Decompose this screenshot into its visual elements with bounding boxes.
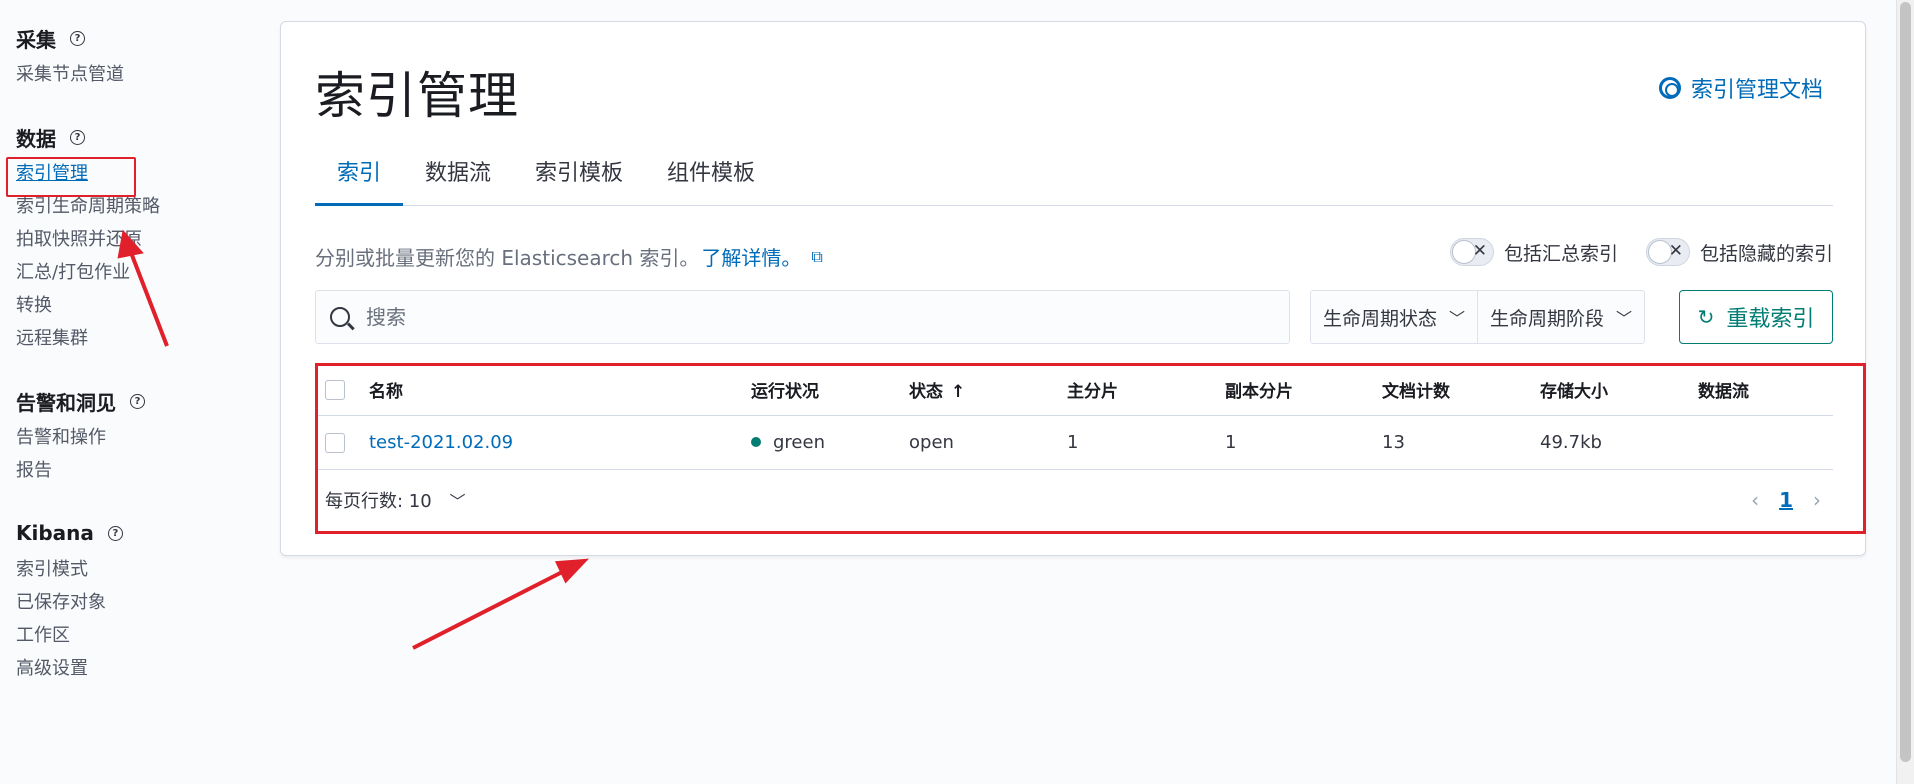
index-name-link[interactable]: test-2021.02.09 — [369, 432, 513, 453]
nav-group-data: 数据 ? 索引管理 索引生命周期策略 拍取快照并还原 汇总/打包作业 转换 远程… — [6, 121, 260, 355]
indices-table: 名称 运行状况 状态 ↑ 主分片 副本分片 文档计数 存储大小 数据流 test-… — [315, 364, 1833, 530]
page-description: 分别或批量更新您的 Elasticsearch 索引。 了解详情。 ⧉ — [315, 242, 823, 271]
health-dot-icon — [751, 437, 761, 447]
tab-data-streams[interactable]: 数据流 — [403, 150, 513, 206]
chevron-right-icon[interactable]: › — [1801, 488, 1833, 512]
docs-count-value: 13 — [1382, 432, 1405, 453]
column-header-name[interactable]: 名称 — [369, 377, 751, 402]
sidebar-item-advanced-settings[interactable]: 高级设置 — [16, 652, 260, 685]
page-title: 索引管理 — [315, 67, 519, 125]
annotation-arrow-head — [554, 558, 590, 584]
tab-indices[interactable]: 索引 — [315, 150, 404, 206]
nav-group-kibana: Kibana ? 索引模式 已保存对象 工作区 高级设置 — [16, 517, 260, 685]
select-all-checkbox[interactable] — [325, 379, 345, 400]
external-link-icon[interactable]: ⧉ — [811, 247, 822, 267]
question-circle-icon[interactable]: ? — [107, 525, 123, 541]
column-header-label: 状态 — [909, 382, 943, 402]
refresh-icon: ↻ — [1697, 305, 1715, 329]
nav-group-title: 数据 — [16, 126, 56, 151]
annotation-arrow-line — [412, 566, 571, 650]
table-header: 名称 运行状况 状态 ↑ 主分片 副本分片 文档计数 存储大小 数据流 — [315, 364, 1833, 416]
chevron-left-icon[interactable]: ‹ — [1739, 488, 1771, 512]
status-value: open — [909, 432, 954, 453]
filter-group: 生命周期状态 ﹀ 生命周期阶段 ﹀ — [1310, 290, 1646, 344]
include-hidden-toggle[interactable]: ✕ — [1645, 238, 1690, 266]
sidebar-item-snapshot-restore[interactable]: 拍取快照并还原 — [16, 223, 260, 256]
storage-size-value: 49.7kb — [1540, 432, 1602, 453]
column-header-docs-count[interactable]: 文档计数 — [1382, 377, 1540, 402]
nav-group-title: 采集 — [16, 27, 56, 52]
index-management-docs-link[interactable]: 索引管理文档 — [1658, 72, 1823, 104]
sidebar-item-label: 索引管理 — [16, 163, 88, 184]
toggle-label: 包括隐藏的索引 — [1699, 242, 1833, 265]
sidebar-item-spaces[interactable]: 工作区 — [16, 619, 260, 652]
filter-label: 生命周期状态 — [1323, 307, 1438, 330]
sidebar-item-ingest-pipelines[interactable]: 采集节点管道 — [16, 58, 260, 91]
search-icon — [330, 307, 350, 327]
search-bar[interactable] — [315, 290, 1290, 344]
health-value: green — [773, 432, 825, 453]
replicas-value: 1 — [1225, 432, 1237, 453]
sidebar-item-index-management[interactable]: 索引管理 — [6, 157, 260, 197]
nav-group-ingest: 采集 ? 采集节点管道 — [16, 22, 260, 91]
primaries-value: 1 — [1067, 432, 1079, 453]
sidebar-item-rollup-jobs[interactable]: 汇总/打包作业 — [16, 256, 260, 289]
lifecycle-phase-filter[interactable]: 生命周期阶段 ﹀ — [1477, 291, 1644, 343]
lifecycle-status-filter[interactable]: 生命周期状态 ﹀ — [1311, 291, 1477, 343]
chevron-down-icon: ﹀ — [1449, 309, 1466, 328]
nav-group-title: Kibana — [16, 521, 94, 545]
question-circle-icon[interactable]: ? — [70, 129, 85, 145]
reload-indices-button[interactable]: ↻ 重载索引 — [1679, 290, 1833, 344]
toggle-label: 包括汇总索引 — [1503, 242, 1618, 265]
column-header-storage-size[interactable]: 存储大小 — [1540, 377, 1698, 402]
table-row: test-2021.02.09 green open 1 1 13 49.7kb — [315, 416, 1833, 470]
nav-group-title: 告警和洞见 — [16, 390, 116, 415]
sidebar-item-saved-objects[interactable]: 已保存对象 — [16, 586, 260, 619]
vertical-scrollbar[interactable] — [1896, 0, 1914, 784]
sidebar-item-ilm-policies[interactable]: 索引生命周期策略 — [16, 190, 260, 223]
column-header-replicas[interactable]: 副本分片 — [1225, 377, 1382, 402]
rows-per-page-label: 每页行数: 10 — [325, 491, 432, 512]
sort-ascending-icon: ↑ — [951, 382, 966, 402]
column-header-primaries[interactable]: 主分片 — [1067, 377, 1225, 402]
include-rollup-toggle[interactable]: ✕ — [1449, 238, 1494, 266]
page-navigation: ‹ 1 › — [1739, 488, 1833, 512]
sidebar-item-reporting[interactable]: 报告 — [16, 454, 260, 487]
column-header-health[interactable]: 运行状况 — [751, 377, 909, 402]
tab-bar: 索引 数据流 索引模板 组件模板 — [315, 150, 1833, 206]
column-header-data-stream[interactable]: 数据流 — [1698, 377, 1848, 402]
nav-group-alerts: 告警和洞见 ? 告警和操作 报告 — [16, 385, 260, 487]
sidebar-item-remote-clusters[interactable]: 远程集群 — [16, 322, 260, 355]
cross-icon: ✕ — [1472, 241, 1487, 261]
page-number[interactable]: 1 — [1771, 488, 1801, 512]
description-text: 分别或批量更新您的 Elasticsearch 索引。 — [315, 246, 700, 270]
row-checkbox[interactable] — [325, 432, 345, 453]
tab-component-templates[interactable]: 组件模板 — [645, 150, 777, 206]
question-circle-icon[interactable]: ? — [70, 30, 85, 46]
scrollbar-thumb[interactable] — [1900, 2, 1911, 762]
sidebar: 采集 ? 采集节点管道 数据 ? 索引管理 索引生命周期策略 拍取快照并还原 汇… — [0, 0, 260, 784]
cross-icon: ✕ — [1668, 241, 1683, 261]
learn-more-link[interactable]: 了解详情。 — [701, 242, 801, 271]
column-header-status[interactable]: 状态 ↑ — [909, 377, 1067, 402]
sidebar-item-index-patterns[interactable]: 索引模式 — [16, 553, 260, 586]
tab-index-templates[interactable]: 索引模板 — [513, 150, 645, 206]
question-circle-icon[interactable]: ? — [130, 393, 145, 409]
filter-label: 生命周期阶段 — [1490, 307, 1605, 330]
lifering-icon — [1658, 77, 1681, 99]
main-panel: 索引管理 索引管理文档 索引 数据流 索引模板 组件模板 分别或批量更新您的 E… — [280, 21, 1866, 556]
doc-link-label: 索引管理文档 — [1690, 78, 1823, 103]
table-pagination: 每页行数: 10 ﹀ ‹ 1 › — [315, 470, 1833, 530]
sidebar-item-transforms[interactable]: 转换 — [16, 289, 260, 322]
search-input[interactable] — [366, 305, 1266, 329]
reload-button-label: 重载索引 — [1726, 307, 1815, 332]
sidebar-item-alerts-actions[interactable]: 告警和操作 — [16, 421, 260, 454]
chevron-down-icon: ﹀ — [1616, 309, 1633, 328]
toggle-group: ✕ 包括汇总索引 ✕ 包括隐藏的索引 — [1422, 238, 1833, 266]
rows-per-page-selector[interactable]: 每页行数: 10 ﹀ — [325, 487, 465, 513]
chevron-down-icon: ﹀ — [449, 492, 466, 511]
